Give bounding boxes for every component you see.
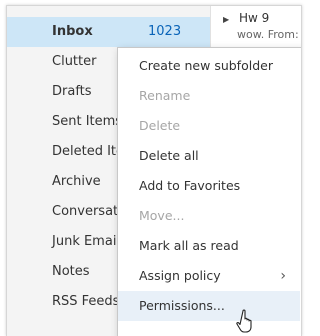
menu-item-label: Mark all as read xyxy=(139,238,239,253)
folder-label: Inbox xyxy=(52,24,93,39)
menu-item-label: Create new subfolder xyxy=(139,58,273,73)
folder-label: Junk Email xyxy=(52,234,121,249)
message-sender: Hw 9 xyxy=(239,11,270,25)
menu-item-label: Move... xyxy=(139,208,185,223)
menu-item-label: Rename xyxy=(139,88,191,103)
folder-label: Clutter xyxy=(52,54,97,69)
folder-inbox[interactable]: Inbox 1023 xyxy=(7,17,210,47)
folder-label: Archive xyxy=(52,174,101,189)
mail-window: Inbox 1023 Clutter Drafts Sent Items Del… xyxy=(6,5,302,336)
menu-item-assign-policy[interactable]: Assign policy › xyxy=(118,261,300,291)
folder-label: Sent Items xyxy=(52,114,123,129)
menu-item-label: Delete xyxy=(139,118,181,133)
menu-item-move: Move... xyxy=(118,201,300,231)
menu-item-label: Permissions... xyxy=(139,298,225,313)
chevron-right-icon: › xyxy=(280,268,286,284)
unread-count: 1023 xyxy=(148,24,182,39)
folder-label: Drafts xyxy=(52,84,92,99)
menu-item-label: Delete all xyxy=(139,148,199,163)
folder-context-menu: Create new subfolder Rename Delete Delet… xyxy=(117,47,301,336)
menu-item-delete: Delete xyxy=(118,111,300,141)
message-preview: wow. From: xyxy=(237,28,299,41)
hand-cursor-icon xyxy=(236,309,252,333)
folder-label: Notes xyxy=(52,264,90,279)
menu-item-mark-all-read[interactable]: Mark all as read xyxy=(118,231,300,261)
menu-item-add-to-favorites[interactable]: Add to Favorites xyxy=(118,171,300,201)
expand-triangle-icon[interactable]: ▶ xyxy=(223,15,229,24)
folder-label: RSS Feeds xyxy=(52,294,120,309)
menu-item-create-subfolder[interactable]: Create new subfolder xyxy=(118,51,300,81)
menu-item-permissions[interactable]: Permissions... xyxy=(118,291,300,321)
menu-item-label: Assign policy xyxy=(139,268,221,283)
menu-item-delete-all[interactable]: Delete all xyxy=(118,141,300,171)
menu-item-label: Add to Favorites xyxy=(139,178,241,193)
menu-item-rename: Rename xyxy=(118,81,300,111)
